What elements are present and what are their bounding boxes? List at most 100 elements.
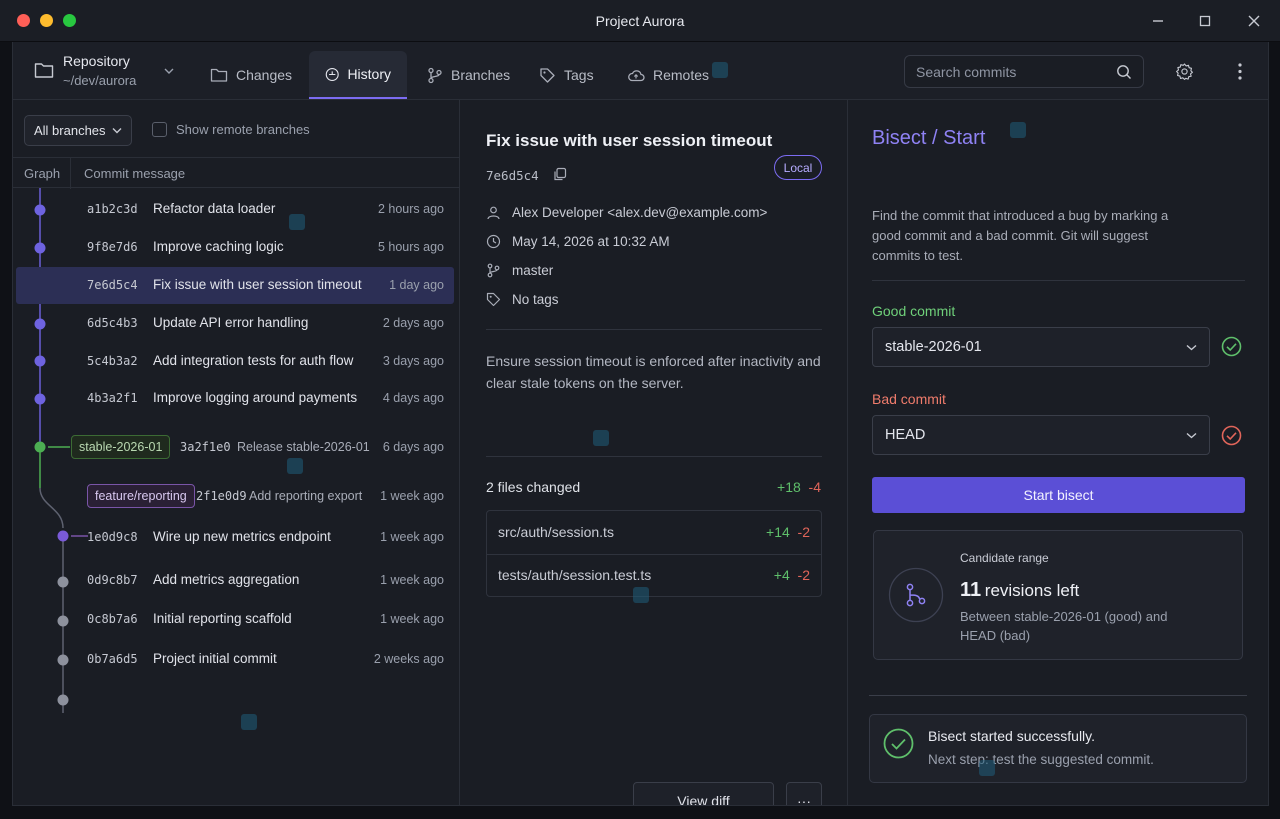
total-deletions: -4 — [808, 479, 821, 495]
tags-row: No tags — [486, 289, 559, 309]
branch-badge[interactable]: feature/reporting — [87, 484, 195, 508]
commit-detail-hash: 7e6d5c4 — [486, 168, 539, 183]
tab-remotes-label: Remotes — [653, 67, 710, 83]
good-commit-select[interactable]: stable-2026-01 — [872, 327, 1210, 367]
window-title: Project Aurora — [595, 13, 685, 29]
folder-icon — [210, 68, 228, 82]
commit-row[interactable]: 0c8b7a6 Initial reporting scaffold 1 wee… — [16, 601, 454, 638]
bisect-success-toast: Bisect started successfully. Next step: … — [869, 714, 1247, 783]
repository-selector[interactable]: Repository ~/dev/aurora — [32, 51, 182, 91]
commit-author: Alex Developer <alex.dev@example.com> — [512, 204, 768, 220]
start-bisect-button[interactable]: Start bisect — [872, 477, 1245, 513]
commit-hash: 5c4b3a2 — [87, 354, 138, 368]
overlay-mark — [593, 430, 609, 446]
commit-message: Release stable-2026-01 — [237, 440, 370, 454]
commit-time: 1 week ago — [380, 612, 444, 626]
repository-label: Repository — [63, 53, 130, 69]
file-path: src/auth/session.ts — [498, 524, 614, 540]
tab-history[interactable]: History — [309, 51, 407, 99]
tab-remotes[interactable]: Remotes — [611, 51, 725, 99]
commit-row[interactable]: 0b7a6d5 Project initial commit 2 weeks a… — [16, 641, 454, 678]
candidate-range-detail: Between stable-2026-01 (good) and HEAD (… — [960, 609, 1168, 643]
commit-row[interactable]: 5c4b3a2 Add integration tests for auth f… — [16, 343, 454, 380]
search-box[interactable] — [904, 55, 1144, 88]
commit-message: Fix issue with user session timeout — [153, 277, 362, 292]
copy-icon[interactable] — [553, 167, 567, 181]
commit-hash: 0d9c8b7 — [87, 573, 138, 587]
message-column-header: Commit message — [84, 166, 186, 181]
commit-message: Improve caching logic — [153, 239, 284, 254]
commit-row[interactable]: 9f8e7d6 Improve caching logic 5 hours ag… — [16, 229, 454, 266]
commit-row[interactable]: a1b2c3d Refactor data loader 2 hours ago — [16, 191, 454, 228]
candidate-range-label: Candidate range — [960, 551, 1049, 565]
check-circle-icon — [883, 728, 914, 759]
commit-message: Update API error handling — [153, 315, 309, 330]
branch-icon — [487, 263, 500, 277]
commit-row[interactable]: 6d5c4b3 Update API error handling 2 days… — [16, 305, 454, 342]
commit-hash: 9f8e7d6 — [87, 240, 138, 254]
commit-hash: 2f1e0d9 — [196, 489, 247, 503]
show-remote-label: Show remote branches — [176, 122, 310, 137]
overlay-mark — [289, 214, 305, 230]
commit-row[interactable]: 0d9c8b7 Add metrics aggregation 1 week a… — [16, 562, 454, 599]
changed-file-row[interactable]: src/auth/session.ts +14 -2 — [487, 511, 821, 554]
tab-branches[interactable]: Branches — [411, 51, 526, 99]
bad-check-icon — [1221, 425, 1242, 446]
tab-changes[interactable]: Changes — [194, 51, 308, 99]
commit-row[interactable]: 4b3a2f1 Improve logging around payments … — [16, 380, 454, 417]
maximize-icon[interactable] — [1194, 10, 1216, 32]
overlay-mark — [241, 714, 257, 730]
commit-row[interactable]: stable-2026-01 3a2f1e0 Release stable-20… — [16, 429, 454, 466]
search-input[interactable] — [916, 63, 1106, 80]
changed-file-row[interactable]: tests/auth/session.test.ts +4 -2 — [487, 554, 821, 597]
gear-icon[interactable] — [1175, 62, 1194, 81]
close-icon[interactable] — [1243, 10, 1265, 32]
good-commit-label: Good commit — [872, 303, 956, 319]
changed-files-list: src/auth/session.ts +14 -2 tests/auth/se… — [486, 510, 822, 597]
search-icon[interactable] — [1116, 64, 1132, 80]
branch-filter-select[interactable]: All branches — [24, 115, 132, 146]
commit-message: Initial reporting scaffold — [153, 611, 292, 626]
revisions-count: 11 — [960, 579, 982, 601]
bisect-icon — [888, 567, 944, 623]
repository-path: ~/dev/aurora — [63, 73, 137, 88]
commit-row-selected[interactable]: 7e6d5c4 Fix issue with user session time… — [16, 267, 454, 304]
files-changed-label: 2 files changed — [486, 479, 581, 495]
graph-column-header: Graph — [24, 166, 61, 181]
more-vertical-icon[interactable] — [1235, 62, 1245, 81]
commit-time: 5 hours ago — [377, 240, 444, 254]
tag-icon — [486, 292, 501, 306]
minimize-icon[interactable] — [1147, 10, 1169, 32]
view-diff-button[interactable]: View diff — [633, 782, 774, 805]
commit-hash: 7e6d5c4 — [87, 278, 138, 292]
tab-changes-label: Changes — [236, 67, 293, 83]
tab-tags-label: Tags — [564, 67, 594, 83]
overlay-mark — [287, 458, 303, 474]
commit-hash: 4b3a2f1 — [87, 391, 138, 405]
branch-icon — [428, 67, 442, 83]
file-path: tests/auth/session.test.ts — [498, 567, 652, 583]
author-row: Alex Developer <alex.dev@example.com> — [486, 202, 767, 222]
commit-message: Add reporting export — [249, 489, 363, 503]
overlay-mark — [1010, 122, 1026, 138]
date-row: May 14, 2026 at 10:32 AM — [486, 231, 670, 251]
bad-commit-select[interactable]: HEAD — [872, 415, 1210, 455]
show-remote-checkbox[interactable] — [152, 122, 167, 137]
candidate-range-card: Candidate range 11 revisions left Betwee… — [873, 530, 1243, 660]
file-deletions: -2 — [797, 567, 810, 583]
chevron-down-icon — [1186, 432, 1197, 438]
branch-badge[interactable]: stable-2026-01 — [71, 435, 171, 459]
commit-time: 2 days ago — [382, 316, 444, 330]
commit-time: 3 days ago — [382, 354, 444, 368]
more-actions-button[interactable]: ··· — [786, 782, 822, 805]
commit-row[interactable]: 1e0d9c8 Wire up new metrics endpoint 1 w… — [16, 519, 454, 556]
commit-row[interactable]: feature/reporting 2f1e0d9 Add reporting … — [16, 478, 454, 515]
overlay-mark — [712, 62, 728, 78]
good-commit-value: stable-2026-01 — [885, 339, 982, 355]
commit-hash: 0b7a6d5 — [87, 652, 138, 666]
clock-icon — [486, 234, 501, 248]
commit-time: 2 hours ago — [377, 202, 444, 216]
tab-tags[interactable]: Tags — [523, 51, 610, 99]
commit-description: Ensure session timeout is enforced after… — [486, 353, 821, 391]
tab-branches-label: Branches — [451, 67, 511, 83]
